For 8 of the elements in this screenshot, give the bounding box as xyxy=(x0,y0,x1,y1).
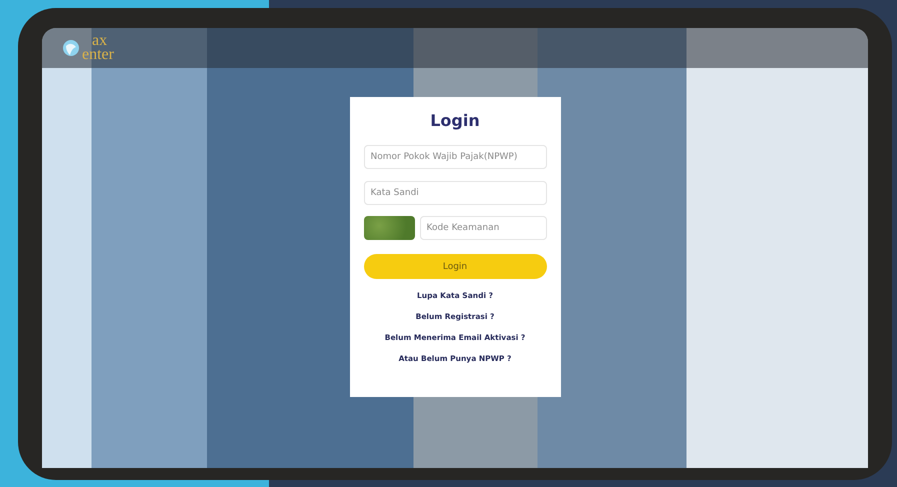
input-field[interactable]: Kata Sandi xyxy=(364,181,546,205)
input-field[interactable]: Nomor Pokok Wajib Pajak(NPWP) xyxy=(364,145,546,169)
login-button[interactable]: Login xyxy=(364,254,546,279)
logo-text: enter xyxy=(82,48,114,62)
captcha-image xyxy=(364,216,414,240)
security-code-field[interactable]: Kode Keamanan xyxy=(420,216,546,240)
login-title: Login xyxy=(429,111,481,130)
logo-text: ax xyxy=(91,34,108,48)
